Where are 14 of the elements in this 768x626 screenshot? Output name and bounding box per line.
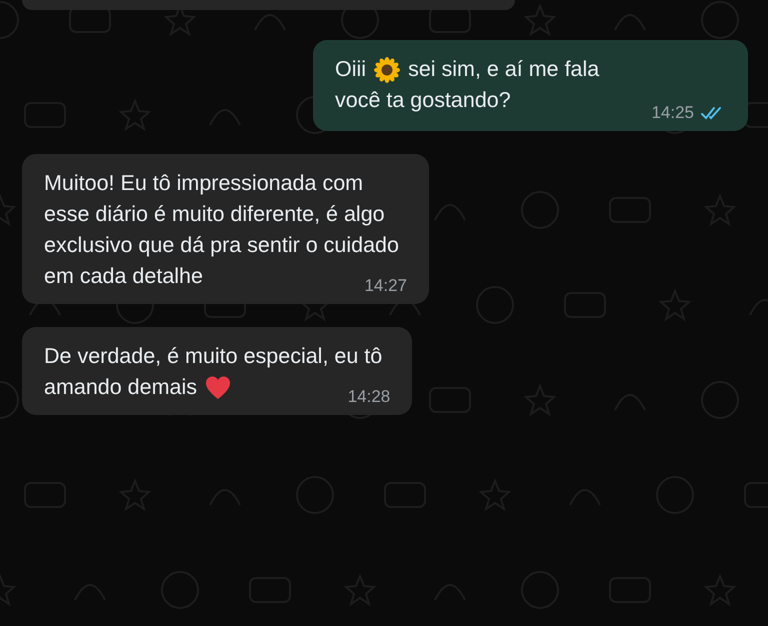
message-time: 14:27: [364, 276, 407, 296]
message-text: exclusivo que dá pra sentir o cuidado: [44, 232, 399, 259]
message-text: esse diário é muito diferente, é algo: [44, 201, 385, 228]
heart-icon: [204, 374, 231, 400]
message-text: sei sim, e aí me fala: [408, 56, 600, 83]
message-text: Oiii: [335, 56, 366, 83]
message-text: Muitoo! Eu tô impressionada com: [44, 170, 364, 197]
message-text: você ta gostando?: [335, 87, 511, 114]
message-text: em cada detalhe: [44, 263, 203, 290]
message-time: 14:25: [651, 103, 694, 123]
message-text: De verdade, é muito especial, eu tô: [44, 343, 382, 370]
sunflower-icon: [374, 56, 400, 82]
message-text: amando demais: [44, 374, 197, 401]
message-time: 14:28: [348, 387, 390, 407]
